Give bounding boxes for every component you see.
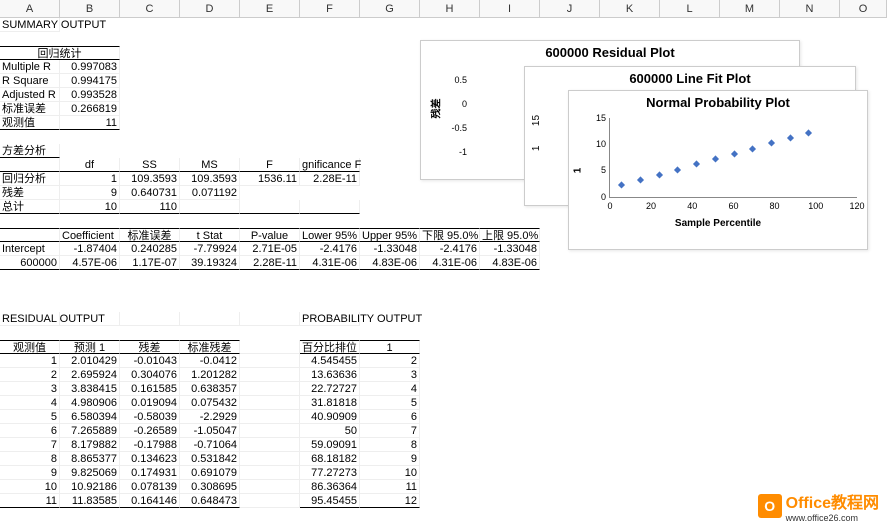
chart-stack: 600000 Residual Plot 残差 0.5 0 -0.5 -1 60… (420, 40, 870, 250)
col-A[interactable]: A (0, 0, 60, 17)
summary-title: SUMMARY OUTPUT (0, 18, 60, 32)
anova-row-label: 总计 (0, 200, 60, 214)
anova-title: 方差分析 (0, 144, 60, 158)
watermark-logo: O Office教程网 www.office26.com (758, 489, 879, 523)
normal-probability-plot-chart[interactable]: Normal Probability Plot 1 15 10 5 0 0 20… (568, 90, 868, 250)
res-h: 观测值 (0, 340, 60, 354)
coef-h: t Stat (180, 228, 240, 242)
col-B[interactable]: B (60, 0, 120, 17)
x-axis-label: Sample Percentile (569, 218, 867, 229)
stat-label: Adjusted R (0, 88, 60, 102)
col-H[interactable]: H (420, 0, 480, 17)
data-point (731, 150, 738, 157)
coef-h: Upper 95% (360, 228, 420, 242)
column-headers: A B C D E F G H I J K L M N O (0, 0, 887, 18)
table-row: 67.265889-0.26589-1.05047507 (0, 424, 887, 438)
anova-h-f: F (240, 158, 300, 172)
table-row: 33.8384150.1615850.63835722.727274 (0, 382, 887, 396)
stat-val: 0.997083 (60, 60, 120, 74)
col-K[interactable]: K (600, 0, 660, 17)
data-point (768, 140, 775, 147)
table-row: 78.179882-0.17988-0.7106459.090918 (0, 438, 887, 452)
table-row: 56.580394-0.58039-2.292940.909096 (0, 410, 887, 424)
prob-h: 百分比排位 (300, 340, 360, 354)
chart-title: 600000 Line Fit Plot (525, 67, 855, 90)
stat-val: 11 (60, 116, 120, 130)
data-point (693, 161, 700, 168)
col-M[interactable]: M (720, 0, 780, 17)
office-icon: O (758, 494, 782, 518)
residual-title: RESIDUAL OUTPUT (0, 312, 60, 326)
col-L[interactable]: L (660, 0, 720, 17)
anova-row-label: 回归分析 (0, 172, 60, 186)
coef-h: 标准误差 (120, 228, 180, 242)
data-point (712, 156, 719, 163)
coef-h: Lower 95% (300, 228, 360, 242)
chart-title: Normal Probability Plot (569, 91, 867, 114)
data-point (618, 182, 625, 189)
coef-label: Intercept (0, 242, 60, 256)
table-row: 12.010429-0.01043-0.04124.5454552 (0, 354, 887, 368)
data-point (656, 171, 663, 178)
data-point (787, 134, 794, 141)
table-row: 22.6959240.3040761.20128213.636363 (0, 368, 887, 382)
anova-h-df: df (60, 158, 120, 172)
col-C[interactable]: C (120, 0, 180, 17)
anova-h-ss: SS (120, 158, 180, 172)
col-E[interactable]: E (240, 0, 300, 17)
coef-label: 600000 (0, 256, 60, 270)
data-point (637, 177, 644, 184)
col-N[interactable]: N (780, 0, 840, 17)
logo-brand: Office教程网 (786, 489, 879, 513)
prob-h: 1 (360, 340, 420, 354)
col-D[interactable]: D (180, 0, 240, 17)
anova-h-ms: MS (180, 158, 240, 172)
chart-title: 600000 Residual Plot (421, 41, 799, 64)
table-row: 44.9809060.0190940.07543231.818185 (0, 396, 887, 410)
anova-row-label: 残差 (0, 186, 60, 200)
coef-h: Coefficient (60, 228, 120, 242)
logo-url: www.office26.com (786, 513, 879, 523)
res-h: 预测 1 (60, 340, 120, 354)
stat-label: R Square (0, 74, 60, 88)
res-h: 残差 (120, 340, 180, 354)
col-F[interactable]: F (300, 0, 360, 17)
data-point (805, 129, 812, 136)
stat-label: 观测值 (0, 116, 60, 130)
data-point (749, 145, 756, 152)
stat-val: 0.994175 (60, 74, 120, 88)
table-row: 99.8250690.1749310.69107977.2727310 (0, 466, 887, 480)
data-point (674, 166, 681, 173)
table-row: 1111.835850.1641460.64847395.4545512 (0, 494, 887, 508)
stat-val: 0.266819 (60, 102, 120, 116)
stat-label: 标准误差 (0, 102, 60, 116)
stat-label: Multiple R (0, 60, 60, 74)
table-row: 1010.921860.0781390.30869586.3636411 (0, 480, 887, 494)
y-axis-label: 残差 (428, 99, 443, 119)
col-J[interactable]: J (540, 0, 600, 17)
res-h: 标准残差 (180, 340, 240, 354)
reg-stats-header: 回归统计 (0, 46, 120, 60)
col-O[interactable]: O (840, 0, 887, 17)
table-row: 88.8653770.1346230.53184268.181829 (0, 452, 887, 466)
anova-h-sig: gnificance F (300, 158, 360, 172)
coef-h: P-value (240, 228, 300, 242)
probability-title: PROBABILITY OUTPUT (300, 312, 360, 326)
col-I[interactable]: I (480, 0, 540, 17)
col-G[interactable]: G (360, 0, 420, 17)
stat-val: 0.993528 (60, 88, 120, 102)
plot-area: 15 10 5 0 0 20 40 60 80 100 120 (609, 118, 857, 198)
